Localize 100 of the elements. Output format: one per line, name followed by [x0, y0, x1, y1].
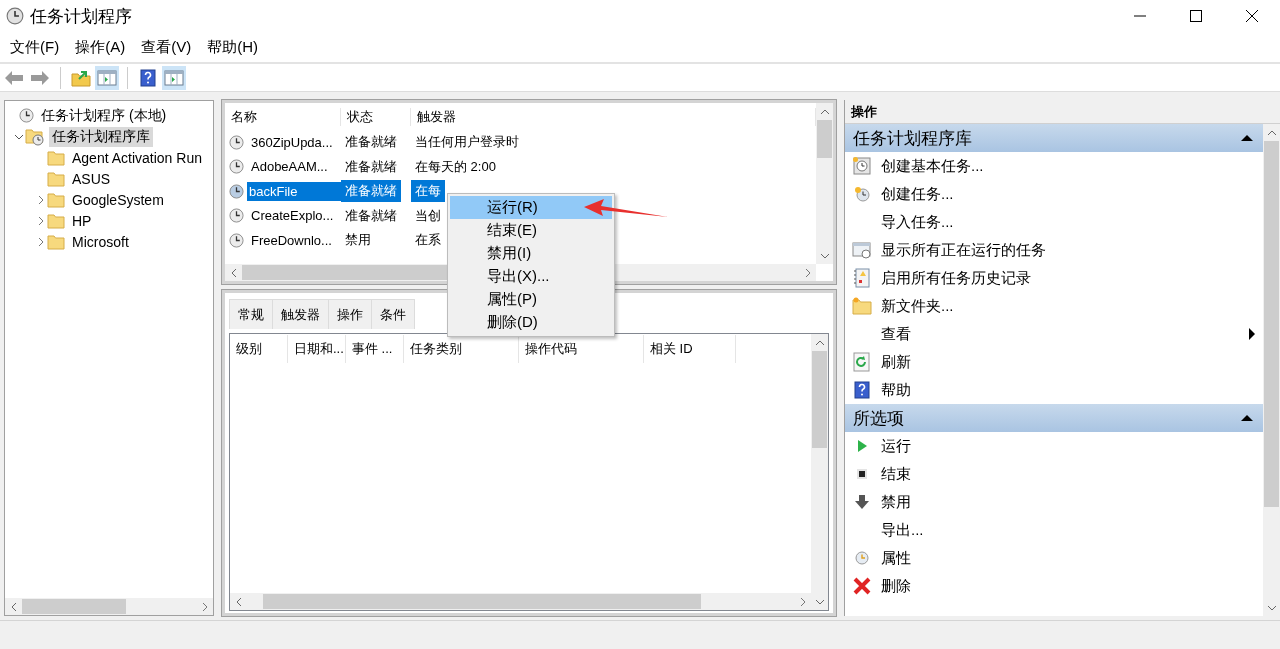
pane-title: 操作	[845, 100, 1280, 124]
chevron-left-icon[interactable]	[9, 601, 18, 612]
tree-item[interactable]: GoogleSystem	[69, 190, 167, 209]
context-menu-item[interactable]: 属性(P)	[450, 288, 612, 311]
tab[interactable]: 触发器	[272, 299, 329, 329]
scrollbar[interactable]	[816, 103, 833, 264]
collapse-icon[interactable]	[1241, 134, 1253, 142]
action-link[interactable]: 导出...	[881, 520, 924, 540]
chevron-down-icon[interactable]	[14, 132, 24, 141]
chevron-right-icon[interactable]	[37, 236, 45, 247]
chevron-left-icon[interactable]	[234, 596, 243, 607]
context-menu-item[interactable]: 导出(X)...	[450, 265, 612, 288]
scrollbar-thumb[interactable]	[812, 351, 827, 448]
menu-item[interactable]: 操作(A)	[67, 34, 134, 60]
table-cell-text: 当任何用户登录时	[414, 133, 519, 152]
table-cell: 准备就绪	[341, 180, 401, 203]
section-header[interactable]: 所选项	[845, 404, 1263, 432]
chevron-right-icon[interactable]	[37, 215, 45, 226]
menu-item[interactable]: 帮助(H)	[199, 34, 266, 60]
delete-icon[interactable]	[852, 576, 872, 596]
menu-item[interactable]: 查看(V)	[133, 34, 200, 60]
scrollbar[interactable]	[5, 598, 213, 615]
action-pane-toggle[interactable]	[162, 65, 186, 90]
action-link[interactable]: 删除	[881, 576, 911, 596]
help-icon	[140, 68, 156, 87]
action-link[interactable]: 帮助	[881, 380, 911, 400]
folder-icon	[852, 297, 872, 315]
tree-item[interactable]: Microsoft	[69, 232, 132, 251]
tab[interactable]: 条件	[371, 299, 415, 329]
column-header[interactable]: 事件 ...	[346, 335, 404, 363]
chevron-right-icon[interactable]	[798, 596, 807, 607]
action-link[interactable]: 创建任务...	[881, 184, 954, 204]
section-header[interactable]: 任务计划程序库	[845, 124, 1263, 152]
menu-item[interactable]: 文件(F)	[2, 34, 68, 60]
scrollbar-thumb[interactable]	[1264, 141, 1279, 508]
chevron-down-icon[interactable]	[819, 251, 830, 260]
context-menu-item[interactable]: 禁用(I)	[450, 242, 612, 265]
maximize-icon[interactable]	[1190, 10, 1202, 22]
tree-item[interactable]: 任务计划程序 (本地)	[38, 105, 170, 126]
task-name[interactable]: AdobeAAM...	[247, 159, 328, 175]
chevron-down-icon[interactable]	[814, 597, 825, 606]
task-name[interactable]: backFile	[247, 181, 341, 201]
tree-item[interactable]: ASUS	[69, 169, 114, 188]
action-link[interactable]: 属性	[881, 548, 911, 568]
action-link[interactable]: 启用所有任务历史记录	[881, 268, 1031, 288]
scrollbar-thumb[interactable]	[263, 594, 701, 609]
tree-item[interactable]: HP	[69, 211, 95, 230]
action-link[interactable]: 新文件夹...	[881, 296, 954, 316]
chevron-up-icon[interactable]	[1266, 128, 1277, 137]
task-name[interactable]: CreateExplo...	[247, 208, 334, 224]
action-link[interactable]: 导入任务...	[881, 212, 954, 232]
tab[interactable]: 常规	[229, 299, 273, 329]
collapse-icon[interactable]	[1241, 414, 1253, 422]
column-header[interactable]: 日期和...	[288, 335, 346, 363]
chevron-down-icon[interactable]	[1266, 603, 1277, 612]
action-link[interactable]: 禁用	[881, 492, 911, 512]
help-icon	[854, 381, 870, 399]
task-name[interactable]: FreeDownlo...	[247, 232, 332, 248]
action-link[interactable]: 刷新	[881, 352, 911, 372]
console-tree-toggle[interactable]	[95, 65, 119, 90]
context-menu-item[interactable]: 结束(E)	[450, 219, 612, 242]
action-link[interactable]: 显示所有正在运行的任务	[881, 240, 1046, 260]
tab[interactable]: 操作	[328, 299, 372, 329]
window-clock-icon	[852, 241, 872, 259]
action-link[interactable]: 运行	[881, 436, 911, 456]
folder-icon	[47, 170, 65, 187]
clock-icon	[229, 232, 244, 248]
context-menu-item[interactable]: 运行(R)	[450, 196, 612, 219]
calendar-clock-icon	[852, 156, 872, 176]
submenu-arrow-icon[interactable]	[1249, 328, 1255, 340]
action-link[interactable]: 创建基本任务...	[881, 156, 984, 176]
chevron-right-icon[interactable]	[803, 267, 812, 278]
context-menu-item[interactable]: 删除(D)	[450, 311, 612, 334]
tree-item[interactable]: 任务计划程序库	[49, 126, 153, 147]
folder-arrow-icon	[71, 68, 91, 87]
tree-item[interactable]: Agent Activation Run	[69, 148, 205, 167]
action-link[interactable]: 查看	[881, 324, 911, 344]
section-title: 所选项	[853, 407, 904, 430]
chevron-up-icon[interactable]	[819, 107, 830, 116]
chevron-up-icon[interactable]	[814, 338, 825, 347]
task-name[interactable]: 360ZipUpda...	[247, 134, 333, 150]
scrollbar-thumb[interactable]	[817, 120, 832, 159]
scrollbar-thumb[interactable]	[22, 599, 127, 614]
scrollbar[interactable]	[1263, 124, 1280, 616]
clock-icon	[229, 159, 244, 175]
column-header[interactable]: 名称	[225, 107, 341, 126]
chevron-left-icon[interactable]	[229, 267, 238, 278]
play-icon	[855, 438, 869, 454]
column-header[interactable]: 状态	[341, 107, 411, 126]
column-header[interactable]: 级别	[230, 335, 288, 363]
chevron-right-icon[interactable]	[37, 194, 45, 205]
chevron-right-icon[interactable]	[200, 601, 209, 612]
table-cell-text: 在每天的 2:00	[414, 157, 496, 176]
scrollbar[interactable]	[230, 593, 811, 610]
column-header[interactable]: 相关 ID	[644, 335, 736, 363]
action-link[interactable]: 结束	[881, 464, 911, 484]
scrollbar[interactable]	[811, 334, 828, 610]
close-icon[interactable]	[1246, 10, 1258, 22]
table-cell-text: 当创	[414, 206, 441, 225]
clock-icon	[229, 208, 244, 224]
